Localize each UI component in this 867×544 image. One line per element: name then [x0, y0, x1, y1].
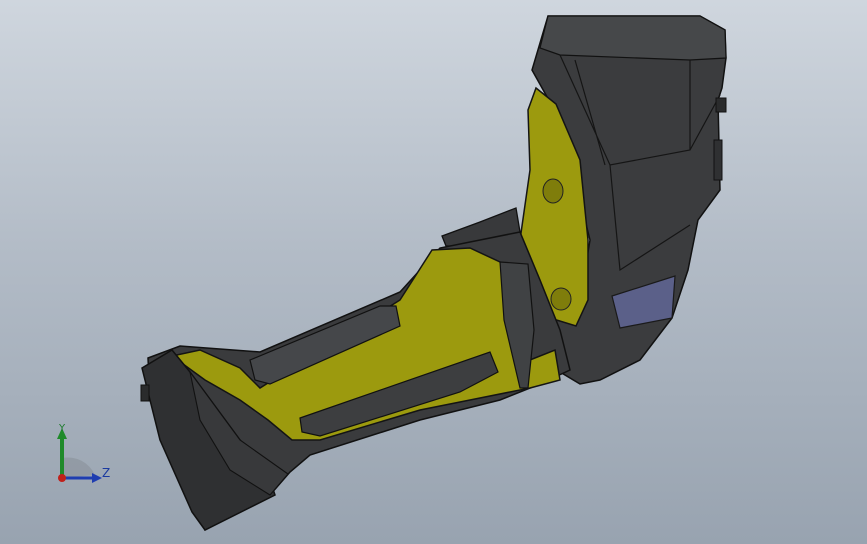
side-button-top[interactable]	[715, 97, 727, 113]
y-axis-label: Y	[59, 423, 66, 434]
side-button-mid[interactable]	[713, 139, 723, 181]
3d-viewport[interactable]: Y Z	[0, 0, 867, 544]
z-axis-label: Z	[102, 466, 111, 480]
orientation-triad: Y Z	[40, 420, 120, 495]
scanner-head-top	[539, 15, 727, 61]
triad-axes	[57, 428, 102, 483]
scanner-model[interactable]	[0, 0, 867, 544]
endcap-tab	[140, 384, 150, 402]
accent-screw-upper	[542, 178, 564, 204]
accent-screw-lower	[550, 287, 572, 311]
